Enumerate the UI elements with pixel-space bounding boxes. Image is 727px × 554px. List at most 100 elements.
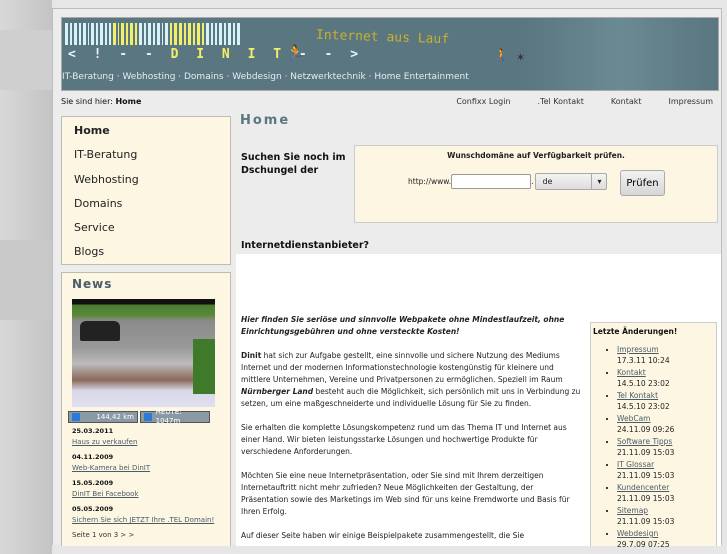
recent-change-link[interactable]: IT Glossar: [617, 459, 714, 470]
recent-change-link[interactable]: Sitemap: [617, 505, 714, 516]
sidebar-item-domains[interactable]: Domains: [74, 196, 218, 220]
page-container: < ! - - D I N I T - - > 🏃 Internet aus L…: [52, 8, 722, 549]
barcode-bar: [121, 23, 124, 45]
recent-change-link[interactable]: WebCam: [617, 413, 714, 424]
breadcrumb: Sie sind hier: Home: [61, 97, 141, 106]
sidebar-item-blogs[interactable]: Blogs: [74, 244, 218, 268]
barcode-bar: [105, 23, 107, 45]
barcode-bar: [65, 23, 68, 45]
confixx-login-link[interactable]: Confixx Login: [456, 97, 510, 106]
header-nav-domains[interactable]: Domains: [184, 72, 224, 82]
sidebar-item-webhosting[interactable]: Webhosting: [74, 172, 218, 196]
barcode-bar: [70, 23, 72, 45]
counter-today: HEUTE: 1047m: [140, 408, 210, 425]
barcode-bar: [83, 23, 86, 45]
header-nav-netzwerktechnik[interactable]: Netzwerktechnik: [290, 72, 365, 82]
recent-change-item: Tel Kontakt14.5.10 23:02: [617, 390, 714, 412]
barcode-bar: [165, 23, 168, 45]
sidebar-item-it-beratung[interactable]: IT-Beratung: [74, 147, 218, 171]
header-nav-webdesign[interactable]: Webdesign: [232, 72, 281, 82]
recent-change-item: Impressum17.3.11 10:24: [617, 344, 714, 366]
background-band: [0, 240, 52, 320]
webcam-image[interactable]: [72, 299, 215, 407]
barcode-bar: [109, 23, 111, 45]
recent-change-date: 17.3.11 10:24: [617, 356, 670, 365]
domain-check-box: Wunschdomäne auf Verfügbarkeit prüfen. h…: [354, 145, 718, 223]
news-item: 15.05.2009 DinIT Bei Facebook: [72, 479, 220, 498]
barcode-bar: [202, 23, 204, 45]
barcode-bar: [170, 23, 172, 45]
paragraph: Sie erhalten die komplette Lösungskompet…: [241, 423, 567, 456]
recent-change-item: Kundencenter21.11.09 15:03: [617, 482, 714, 504]
nav-separator: ·: [175, 72, 184, 82]
main-content: Suchen Sie noch im Dschungel der Wunschd…: [236, 129, 721, 549]
news-link[interactable]: Web-Kamera bei DinIT: [72, 464, 220, 472]
barcode-bar: [228, 23, 231, 45]
barcode-bar: [211, 23, 213, 45]
barcode-bar: [148, 23, 151, 45]
top-links: Confixx Login .Tel Kontakt Kontakt Impre…: [456, 97, 713, 106]
breadcrumb-label: Sie sind hier:: [61, 97, 113, 106]
dog-icon: ✶: [516, 51, 526, 64]
shoe-icon: [72, 413, 80, 421]
barcode-bar: [184, 23, 186, 45]
paragraph: Möchten Sie eine neue Internetpräsentati…: [241, 471, 570, 516]
barcode-bar: [79, 23, 81, 45]
sidebar-item-home[interactable]: Home: [74, 123, 218, 147]
check-domain-button[interactable]: Prüfen: [620, 170, 665, 196]
header-nav: IT-Beratung · Webhosting · Domains · Web…: [62, 72, 469, 82]
recent-change-item: Software Tipps21.11.09 15:03: [617, 436, 714, 458]
news-item: 04.11.2009 Web-Kamera bei DinIT: [72, 453, 220, 472]
news-link[interactable]: DinIT Bei Facebook: [72, 490, 220, 498]
recent-change-date: 21.11.09 15:03: [617, 517, 675, 526]
barcode-bar: [139, 23, 142, 45]
sidebar-item-service[interactable]: Service: [74, 220, 218, 244]
header-nav-home-entertainment[interactable]: Home Entertainment: [374, 72, 468, 82]
news-pager[interactable]: Seite 1 von 3 > >: [72, 531, 220, 539]
recent-changes-panel: Letzte Änderungen! Impressum17.3.11 10:2…: [590, 322, 717, 549]
breadcrumb-current: Home: [115, 97, 142, 106]
news-link[interactable]: Sichern Sie sich JETZT Ihre .TEL Domain!: [72, 516, 220, 524]
news-date: 15.05.2009: [72, 479, 114, 487]
recent-change-item: Sitemap21.11.09 15:03: [617, 505, 714, 527]
barcode-bar: [162, 23, 163, 45]
barcode-logo: [65, 23, 275, 45]
distance-counter: 144,42 km HEUTE: 1047m: [68, 408, 220, 425]
header-nav-webhosting[interactable]: Webhosting: [122, 72, 175, 82]
site-logo[interactable]: < ! - - D I N I T - - >: [68, 47, 363, 62]
domain-input[interactable]: [451, 174, 532, 189]
barcode-bar: [91, 23, 94, 45]
impressum-link[interactable]: Impressum: [669, 97, 713, 106]
recent-changes-list: Impressum17.3.11 10:24Kontakt14.5.10 23:…: [593, 344, 714, 550]
domain-check-title: Wunschdomäne auf Verfügbarkeit prüfen.: [447, 151, 625, 160]
lead-text: Hier finden Sie seriöse und sinnvolle We…: [241, 315, 565, 336]
intro-text: Hier finden Sie seriöse und sinnvolle We…: [241, 314, 581, 554]
domain-prefix: http://www.: [408, 177, 452, 186]
news-date: 25.03.2011: [72, 427, 114, 435]
site-header: < ! - - D I N I T - - > 🏃 Internet aus L…: [61, 17, 719, 91]
recent-change-link[interactable]: Software Tipps: [617, 436, 714, 447]
hedge-shape: [193, 339, 215, 394]
intro-question: Suchen Sie noch im Dschungel der: [241, 152, 346, 176]
tel-kontakt-link[interactable]: .Tel Kontakt: [538, 97, 584, 106]
news-link[interactable]: Haus zu verkaufen: [72, 438, 220, 446]
tld-select[interactable]: de: [535, 173, 608, 190]
barcode-bar: [135, 23, 137, 45]
recent-change-item: IT Glossar21.11.09 15:03: [617, 459, 714, 481]
recent-changes-title: Letzte Änderungen!: [593, 327, 678, 336]
recent-change-link[interactable]: Kundencenter: [617, 482, 714, 493]
barcode-bar: [233, 23, 235, 45]
recent-change-link[interactable]: Tel Kontakt: [617, 390, 714, 401]
recent-change-item: Kontakt14.5.10 23:02: [617, 367, 714, 389]
recent-change-link[interactable]: Webdesign: [617, 528, 714, 539]
header-nav-it-beratung[interactable]: IT-Beratung: [62, 72, 114, 82]
recent-change-link[interactable]: Kontakt: [617, 367, 714, 378]
recent-change-link[interactable]: Impressum: [617, 344, 714, 355]
barcode-bar: [88, 23, 89, 45]
paragraph: Auf dieser Seite haben wir einige Beispi…: [241, 531, 525, 540]
recent-change-date: 21.11.09 15:03: [617, 448, 675, 457]
barcode-bar: [153, 23, 155, 45]
kontakt-link[interactable]: Kontakt: [611, 97, 642, 106]
barcode-bar: [188, 23, 191, 45]
barcode-bar: [237, 23, 240, 45]
